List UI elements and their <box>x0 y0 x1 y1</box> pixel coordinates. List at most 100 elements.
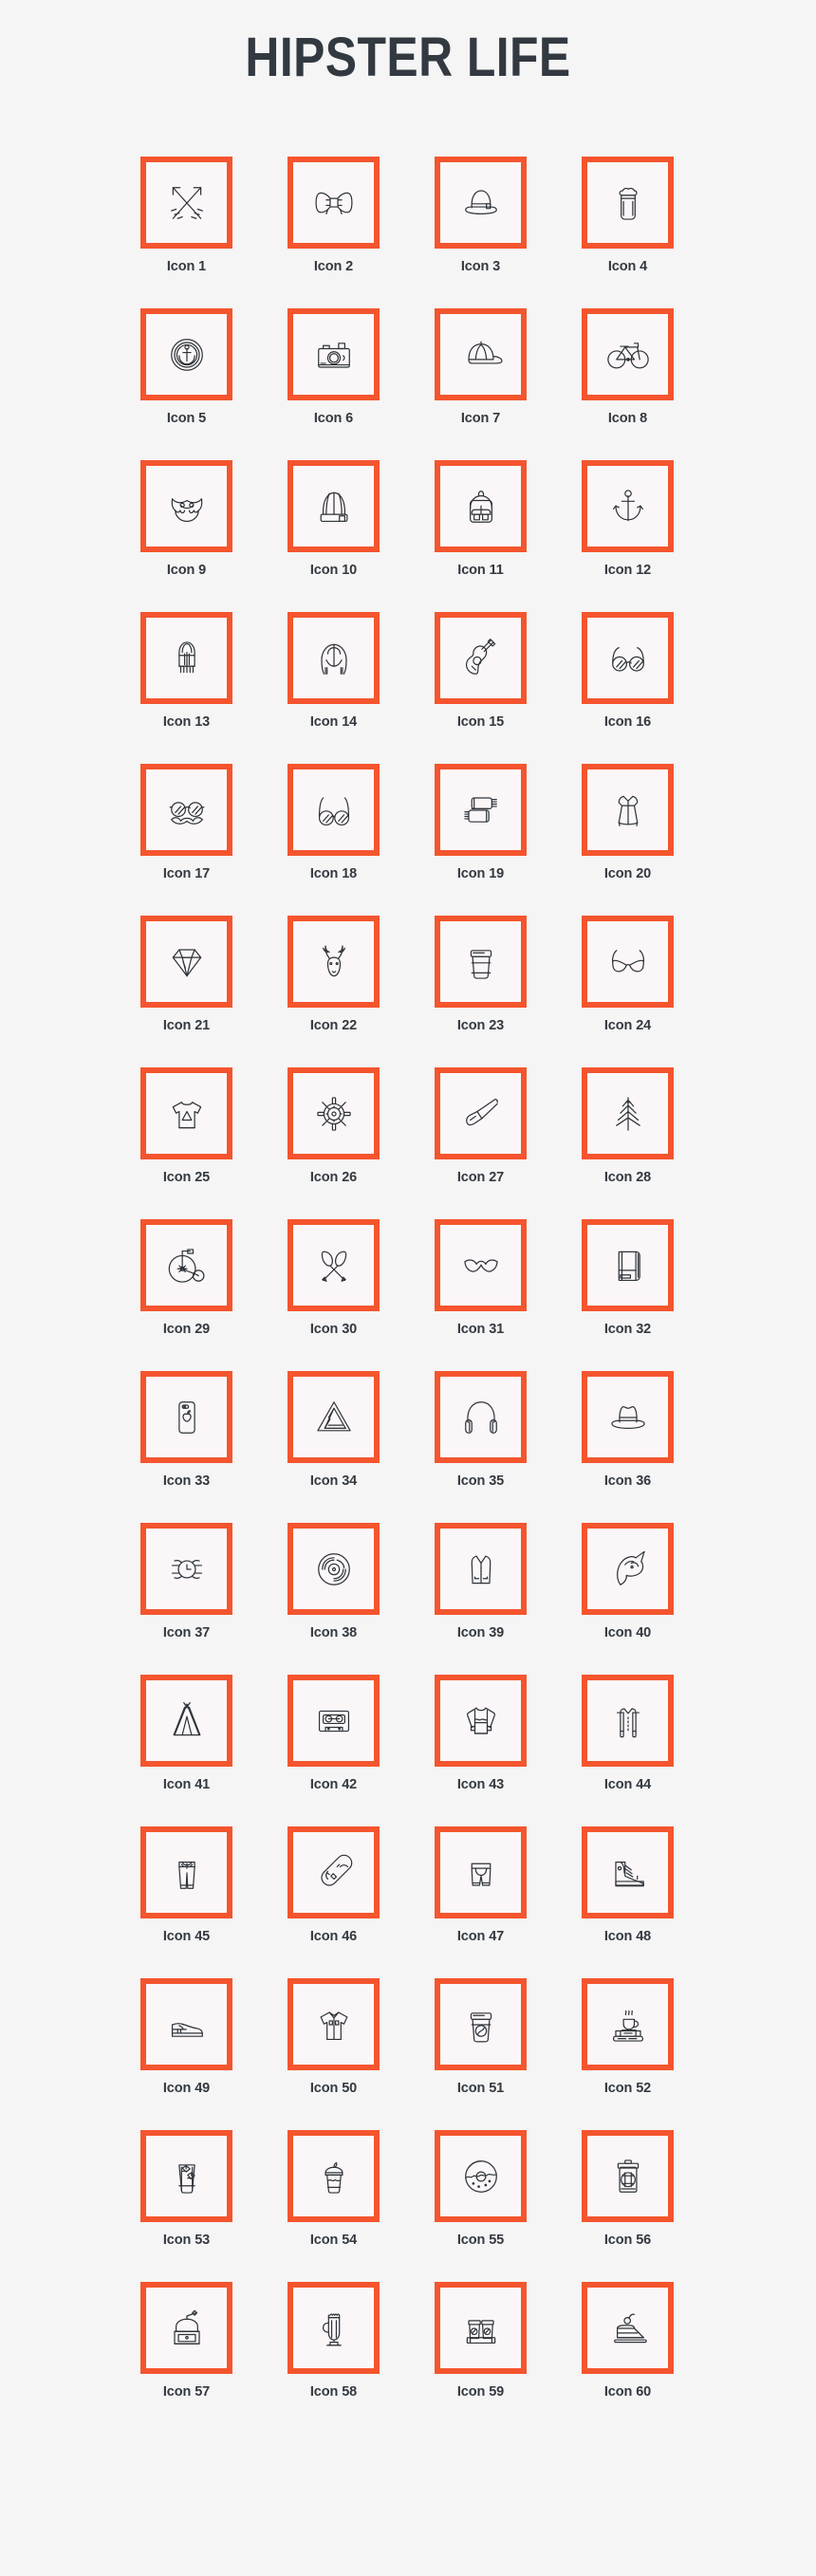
icon-cell[interactable]: Icon 9 <box>140 460 232 612</box>
icon-box[interactable] <box>435 1371 527 1463</box>
icon-box[interactable] <box>140 1675 232 1767</box>
icon-box[interactable] <box>140 1067 232 1159</box>
icon-box[interactable] <box>140 612 232 704</box>
icon-box[interactable] <box>140 2130 232 2222</box>
icon-box[interactable] <box>435 764 527 856</box>
icon-box[interactable] <box>140 157 232 249</box>
icon-cell[interactable]: Icon 26 <box>287 1067 380 1219</box>
icon-cell[interactable]: Icon 58 <box>287 2282 380 2434</box>
icon-box[interactable] <box>582 764 674 856</box>
icon-box[interactable] <box>435 157 527 249</box>
icon-cell[interactable]: Icon 18 <box>287 764 380 916</box>
icon-box[interactable] <box>287 157 380 249</box>
icon-cell[interactable]: Icon 47 <box>435 1826 527 1978</box>
icon-cell[interactable]: Icon 8 <box>582 308 674 460</box>
icon-cell[interactable]: Icon 23 <box>435 916 527 1067</box>
icon-cell[interactable]: Icon 20 <box>582 764 674 916</box>
icon-box[interactable] <box>287 1826 380 1918</box>
icon-box[interactable] <box>287 1523 380 1615</box>
icon-box[interactable] <box>582 1523 674 1615</box>
icon-cell[interactable]: Icon 15 <box>435 612 527 764</box>
icon-cell[interactable]: Icon 2 <box>287 157 380 308</box>
icon-cell[interactable]: Icon 31 <box>435 1219 527 1371</box>
icon-cell[interactable]: Icon 33 <box>140 1371 232 1523</box>
icon-box[interactable] <box>140 1978 232 2070</box>
icon-cell[interactable]: Icon 30 <box>287 1219 380 1371</box>
icon-box[interactable] <box>435 916 527 1008</box>
icon-box[interactable] <box>287 2130 380 2222</box>
icon-cell[interactable]: Icon 45 <box>140 1826 232 1978</box>
icon-cell[interactable]: Icon 40 <box>582 1523 674 1675</box>
icon-box[interactable] <box>582 2130 674 2222</box>
icon-box[interactable] <box>435 2282 527 2374</box>
icon-cell[interactable]: Icon 16 <box>582 612 674 764</box>
icon-box[interactable] <box>140 2282 232 2374</box>
icon-cell[interactable]: Icon 34 <box>287 1371 380 1523</box>
icon-cell[interactable]: Icon 12 <box>582 460 674 612</box>
icon-cell[interactable]: Icon 21 <box>140 916 232 1067</box>
icon-cell[interactable]: Icon 10 <box>287 460 380 612</box>
icon-cell[interactable]: Icon 22 <box>287 916 380 1067</box>
icon-cell[interactable]: Icon 28 <box>582 1067 674 1219</box>
icon-cell[interactable]: Icon 52 <box>582 1978 674 2130</box>
icon-box[interactable] <box>287 1219 380 1311</box>
icon-box[interactable] <box>287 1067 380 1159</box>
icon-box[interactable] <box>435 1826 527 1918</box>
icon-cell[interactable]: Icon 54 <box>287 2130 380 2282</box>
icon-box[interactable] <box>140 1371 232 1463</box>
icon-box[interactable] <box>582 157 674 249</box>
icon-cell[interactable]: Icon 14 <box>287 612 380 764</box>
icon-cell[interactable]: Icon 59 <box>435 2282 527 2434</box>
icon-cell[interactable]: Icon 41 <box>140 1675 232 1826</box>
icon-cell[interactable]: Icon 24 <box>582 916 674 1067</box>
icon-box[interactable] <box>287 460 380 552</box>
icon-box[interactable] <box>287 1371 380 1463</box>
icon-box[interactable] <box>140 764 232 856</box>
icon-cell[interactable]: Icon 4 <box>582 157 674 308</box>
icon-box[interactable] <box>140 308 232 400</box>
icon-cell[interactable]: Icon 60 <box>582 2282 674 2434</box>
icon-box[interactable] <box>287 916 380 1008</box>
icon-box[interactable] <box>140 1523 232 1615</box>
icon-box[interactable] <box>140 1219 232 1311</box>
icon-cell[interactable]: Icon 43 <box>435 1675 527 1826</box>
icon-cell[interactable]: Icon 51 <box>435 1978 527 2130</box>
icon-cell[interactable]: Icon 55 <box>435 2130 527 2282</box>
icon-box[interactable] <box>582 308 674 400</box>
icon-cell[interactable]: Icon 53 <box>140 2130 232 2282</box>
icon-box[interactable] <box>582 1826 674 1918</box>
icon-box[interactable] <box>435 2130 527 2222</box>
icon-box[interactable] <box>287 308 380 400</box>
icon-cell[interactable]: Icon 17 <box>140 764 232 916</box>
icon-cell[interactable]: Icon 13 <box>140 612 232 764</box>
icon-box[interactable] <box>287 1675 380 1767</box>
icon-box[interactable] <box>582 1371 674 1463</box>
icon-box[interactable] <box>582 1675 674 1767</box>
icon-box[interactable] <box>435 460 527 552</box>
icon-box[interactable] <box>582 612 674 704</box>
icon-cell[interactable]: Icon 6 <box>287 308 380 460</box>
icon-box[interactable] <box>582 1067 674 1159</box>
icon-cell[interactable]: Icon 38 <box>287 1523 380 1675</box>
icon-cell[interactable]: Icon 3 <box>435 157 527 308</box>
icon-cell[interactable]: Icon 44 <box>582 1675 674 1826</box>
icon-cell[interactable]: Icon 27 <box>435 1067 527 1219</box>
icon-cell[interactable]: Icon 7 <box>435 308 527 460</box>
icon-cell[interactable]: Icon 50 <box>287 1978 380 2130</box>
icon-cell[interactable]: Icon 39 <box>435 1523 527 1675</box>
icon-box[interactable] <box>435 1219 527 1311</box>
icon-cell[interactable]: Icon 19 <box>435 764 527 916</box>
icon-cell[interactable]: Icon 56 <box>582 2130 674 2282</box>
icon-cell[interactable]: Icon 46 <box>287 1826 380 1978</box>
icon-box[interactable] <box>435 308 527 400</box>
icon-cell[interactable]: Icon 42 <box>287 1675 380 1826</box>
icon-cell[interactable]: Icon 11 <box>435 460 527 612</box>
icon-box[interactable] <box>582 460 674 552</box>
icon-box[interactable] <box>435 1523 527 1615</box>
icon-box[interactable] <box>287 764 380 856</box>
icon-cell[interactable]: Icon 5 <box>140 308 232 460</box>
icon-box[interactable] <box>287 612 380 704</box>
icon-cell[interactable]: Icon 37 <box>140 1523 232 1675</box>
icon-cell[interactable]: Icon 57 <box>140 2282 232 2434</box>
icon-cell[interactable]: Icon 49 <box>140 1978 232 2130</box>
